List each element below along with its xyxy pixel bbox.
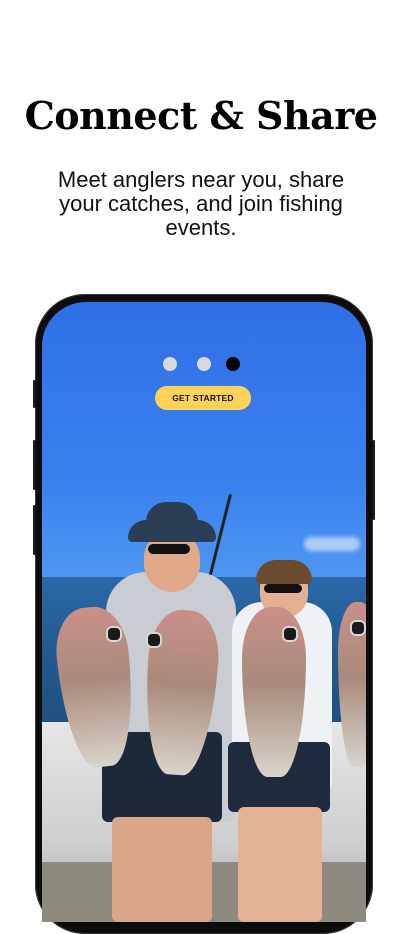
phone-side-button (33, 440, 36, 490)
bucket-hat-brim (128, 520, 216, 542)
phone-side-button (33, 380, 36, 408)
pagination-dot[interactable] (163, 357, 177, 371)
page-subtitle: Meet anglers near you, share your catche… (57, 167, 345, 240)
angler-woman-hair (256, 560, 312, 584)
pagination-dot[interactable] (197, 357, 211, 371)
get-started-button[interactable]: GET STARTED (155, 386, 251, 410)
fish-eye (282, 626, 298, 642)
cloud (304, 537, 360, 551)
pagination-dot-active[interactable] (226, 357, 240, 371)
phone-side-button (372, 440, 375, 520)
page-title: Connect & Share (24, 93, 378, 138)
fish-eye (350, 620, 366, 636)
sunglasses (148, 544, 190, 554)
phone-screen: GET STARTED (42, 302, 366, 922)
angler-man-legs (112, 817, 212, 922)
fish-eye (146, 632, 162, 648)
fish-eye (106, 626, 122, 642)
phone-side-button (33, 505, 36, 555)
angler-woman-legs (238, 807, 322, 922)
sunglasses (264, 584, 302, 593)
